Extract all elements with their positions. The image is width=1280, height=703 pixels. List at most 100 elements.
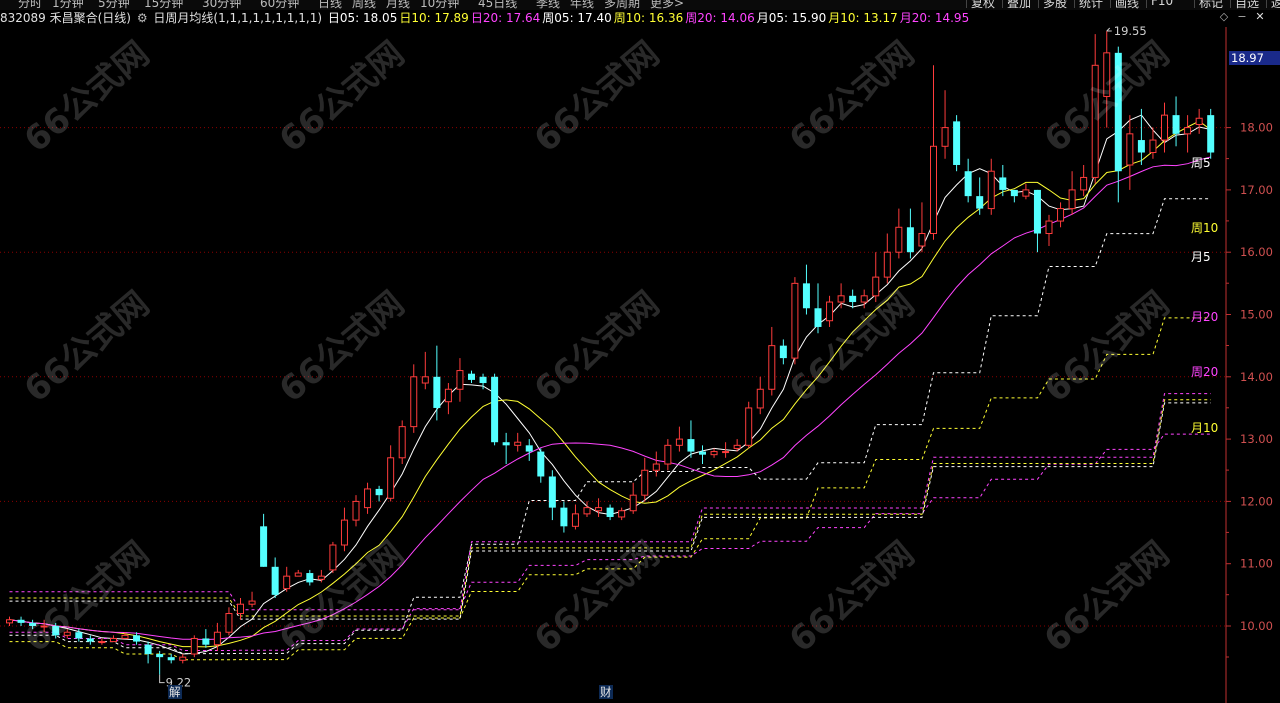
- candle[interactable]: [953, 115, 961, 172]
- candle[interactable]: [895, 208, 903, 259]
- candle[interactable]: [525, 439, 533, 461]
- candle[interactable]: [202, 629, 210, 648]
- candle[interactable]: [814, 283, 822, 334]
- candle[interactable]: [756, 376, 764, 415]
- candle[interactable]: [987, 158, 995, 215]
- toolbar-button[interactable]: 自选: [1230, 0, 1263, 10]
- candle[interactable]: [976, 177, 984, 215]
- toolbar-button[interactable]: 返回: [1266, 0, 1280, 10]
- period-tab[interactable]: 10分钟: [420, 0, 459, 10]
- candle[interactable]: [225, 607, 233, 636]
- candle[interactable]: [260, 513, 268, 567]
- candle[interactable]: [1137, 108, 1145, 165]
- candle[interactable]: [86, 635, 94, 645]
- candle[interactable]: [1184, 115, 1192, 153]
- candle[interactable]: [1022, 183, 1030, 200]
- candle[interactable]: [179, 654, 187, 664]
- event-badge-jie[interactable]: 解: [168, 685, 182, 699]
- period-tab[interactable]: 周线: [352, 0, 376, 10]
- candle[interactable]: [548, 470, 556, 521]
- candle[interactable]: [502, 432, 510, 465]
- close-icon[interactable]: ✕: [1254, 11, 1266, 23]
- candle[interactable]: [1195, 108, 1203, 134]
- period-tab[interactable]: 30分钟: [202, 0, 241, 10]
- candle[interactable]: [1080, 164, 1088, 197]
- period-tab[interactable]: 分时: [18, 0, 42, 10]
- candle[interactable]: [248, 591, 256, 608]
- candle[interactable]: [144, 641, 152, 664]
- period-tab[interactable]: 60分钟: [260, 0, 299, 10]
- candle[interactable]: [1114, 46, 1122, 203]
- period-tab[interactable]: 月线: [386, 0, 410, 10]
- period-tab[interactable]: 5分钟: [98, 0, 130, 10]
- candle[interactable]: [560, 501, 568, 533]
- candle[interactable]: [468, 370, 475, 384]
- candle[interactable]: [537, 448, 545, 483]
- candle[interactable]: [306, 569, 314, 586]
- candle[interactable]: [802, 264, 810, 315]
- candle[interactable]: [29, 619, 37, 630]
- candle[interactable]: [340, 507, 348, 552]
- candle[interactable]: [571, 504, 579, 530]
- toolbar-button[interactable]: 多股: [1038, 0, 1071, 10]
- candle[interactable]: [837, 283, 845, 309]
- candle[interactable]: [941, 90, 949, 159]
- toolbar-button[interactable]: 叠加: [1002, 0, 1035, 10]
- candle[interactable]: [1172, 96, 1180, 147]
- candle[interactable]: [1033, 189, 1041, 253]
- candle[interactable]: [98, 638, 106, 645]
- candle[interactable]: [364, 482, 372, 514]
- diamond-icon[interactable]: ◇: [1218, 11, 1230, 23]
- candle[interactable]: [641, 457, 649, 502]
- candle[interactable]: [514, 432, 522, 452]
- toolbar-button[interactable]: 复权: [966, 0, 999, 10]
- candle[interactable]: [352, 495, 360, 527]
- candle[interactable]: [17, 616, 25, 626]
- candle[interactable]: [1057, 202, 1065, 228]
- candle[interactable]: [156, 650, 164, 675]
- candle[interactable]: [710, 448, 718, 458]
- toolbar-button[interactable]: 画线: [1110, 0, 1143, 10]
- toolbar-button[interactable]: 统计: [1074, 0, 1107, 10]
- period-tab[interactable]: 年线: [570, 0, 594, 10]
- candle[interactable]: [167, 654, 175, 664]
- period-tab[interactable]: 45日线: [478, 0, 517, 10]
- candle[interactable]: [664, 439, 672, 471]
- candle[interactable]: [421, 351, 429, 390]
- candle[interactable]: [444, 383, 452, 415]
- minus-icon[interactable]: −: [1236, 11, 1248, 23]
- candle[interactable]: [964, 158, 972, 203]
- indicator-name[interactable]: 日周月均线(1,1,1,1,1,1,1,1,1): [153, 11, 322, 25]
- period-tab[interactable]: 多周期: [604, 0, 640, 10]
- candle[interactable]: [1207, 108, 1215, 159]
- candle[interactable]: [883, 233, 891, 284]
- candle[interactable]: [433, 345, 441, 421]
- period-tab[interactable]: 更多>: [650, 0, 684, 10]
- candle[interactable]: [1068, 171, 1076, 215]
- toolbar-button[interactable]: 标记: [1194, 0, 1227, 10]
- candle[interactable]: [410, 364, 418, 433]
- candle[interactable]: [606, 504, 614, 521]
- candle[interactable]: [283, 566, 291, 592]
- candle[interactable]: [652, 451, 660, 477]
- candle[interactable]: [1126, 115, 1134, 190]
- candle[interactable]: [618, 507, 626, 521]
- candle[interactable]: [456, 358, 464, 402]
- period-tab[interactable]: 1分钟: [52, 0, 84, 10]
- candle[interactable]: [699, 445, 706, 465]
- candle[interactable]: [190, 635, 198, 658]
- candle[interactable]: [930, 65, 937, 240]
- candle[interactable]: [906, 208, 914, 259]
- period-tab[interactable]: 季线: [536, 0, 560, 10]
- indicator-gear-icon[interactable]: ⚙: [137, 11, 148, 25]
- candle[interactable]: [40, 619, 48, 633]
- candle[interactable]: [791, 277, 799, 365]
- candle[interactable]: [849, 289, 857, 309]
- candle[interactable]: [398, 420, 406, 465]
- candle[interactable]: [1010, 189, 1018, 203]
- candle[interactable]: [1103, 31, 1111, 128]
- candle[interactable]: [629, 482, 637, 514]
- candle[interactable]: [271, 557, 279, 598]
- candle[interactable]: [387, 445, 395, 502]
- period-tab[interactable]: 日线: [318, 0, 342, 10]
